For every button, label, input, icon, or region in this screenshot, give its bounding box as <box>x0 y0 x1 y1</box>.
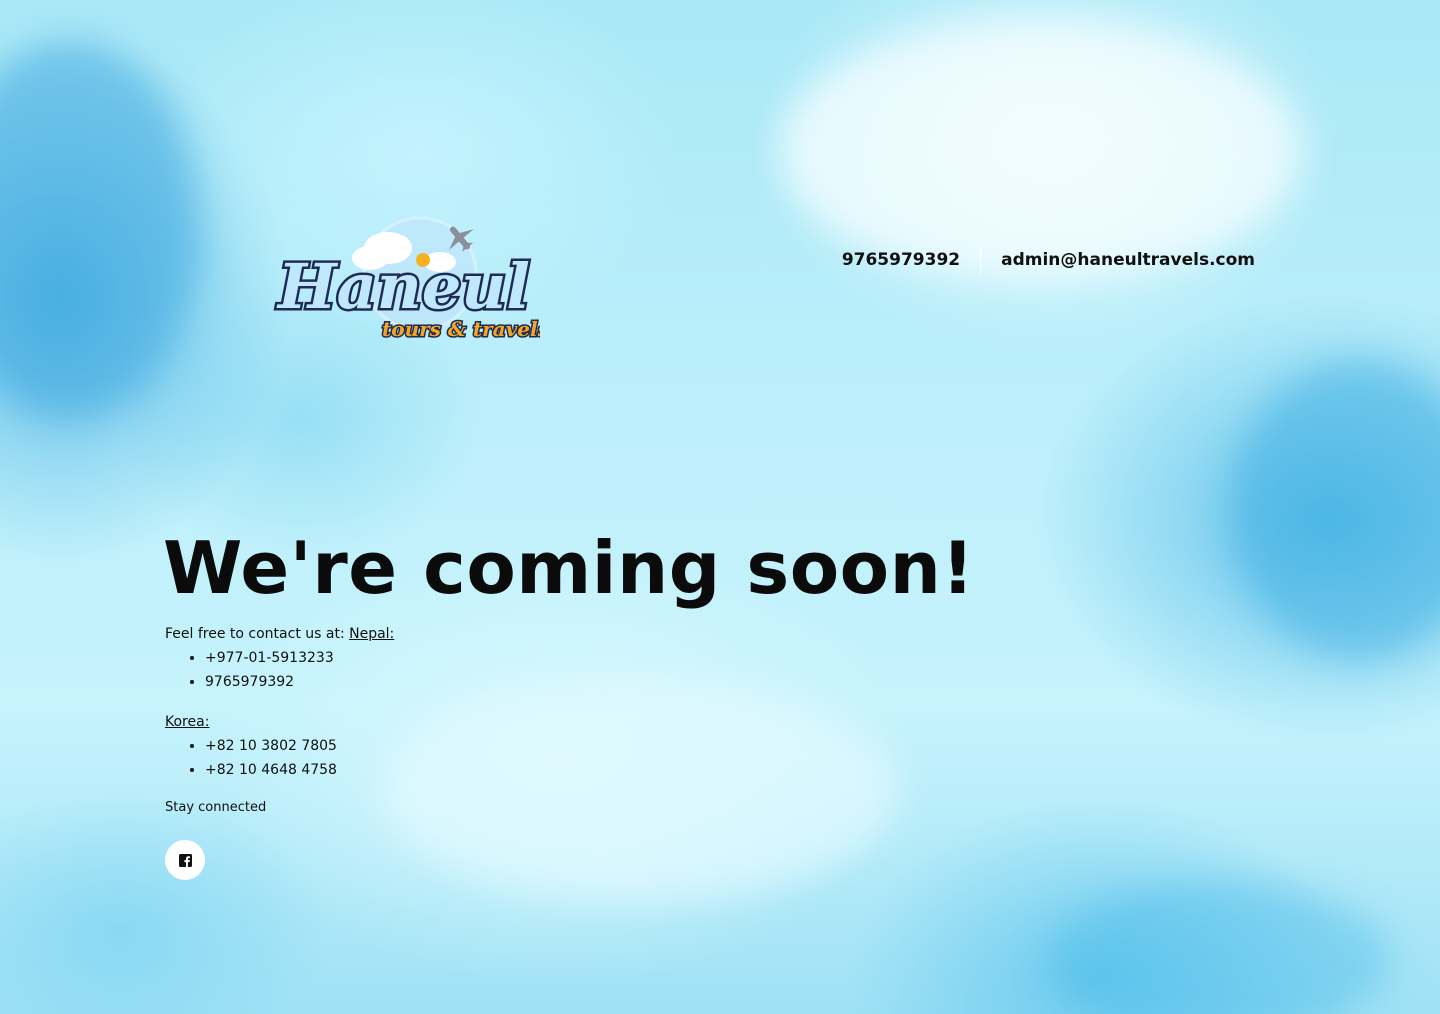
contact-section: Feel free to contact us at: Nepal: +977-… <box>165 622 394 820</box>
svg-text:Haneul: Haneul <box>276 250 530 323</box>
watercolor-background <box>0 0 1440 1014</box>
facebook-button[interactable] <box>165 840 205 880</box>
list-item: +82 10 4648 4758 <box>205 758 394 782</box>
header-email-link[interactable]: admin@haneultravels.com <box>981 250 1255 270</box>
list-item: +977-01-5913233 <box>205 646 394 670</box>
nepal-label: Nepal: <box>349 626 395 642</box>
bg-blot <box>780 20 1300 280</box>
page-headline: We're coming soon! <box>163 526 975 610</box>
contact-intro-line: Feel free to contact us at: Nepal: <box>165 622 394 646</box>
bg-blot <box>1230 360 1440 660</box>
korea-label-line: Korea: <box>165 710 394 734</box>
list-item: +82 10 3802 7805 <box>205 734 394 758</box>
list-item: 9765979392 <box>205 670 394 694</box>
header-phone-link[interactable]: 9765979392 <box>842 250 980 270</box>
bg-blot <box>380 680 900 900</box>
stay-connected-text: Stay connected <box>165 800 267 815</box>
bg-blot <box>1050 880 1390 1014</box>
header-contact: 9765979392 admin@haneultravels.com <box>842 246 1255 274</box>
contact-intro-text: Feel free to contact us at: <box>165 626 350 642</box>
korea-number-list: +82 10 3802 7805 +82 10 4648 4758 <box>165 734 394 782</box>
haneul-logo[interactable]: Haneul tours & travels <box>270 212 550 352</box>
korea-label: Korea: <box>165 714 210 730</box>
bg-blot <box>0 40 200 420</box>
nepal-number-list: +977-01-5913233 9765979392 <box>165 646 394 694</box>
facebook-icon <box>178 853 192 867</box>
svg-text:tours & travels: tours & travels <box>382 317 540 341</box>
logo-graphic: Haneul tours & travels <box>274 216 550 343</box>
